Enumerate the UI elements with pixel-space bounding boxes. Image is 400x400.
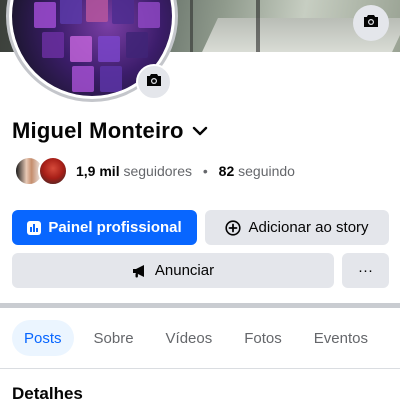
dashboard-icon (27, 220, 42, 235)
avatar-tile (100, 66, 122, 92)
tab-posts[interactable]: Posts (12, 320, 74, 356)
advertise-label: Anunciar (154, 262, 215, 279)
following-label: seguindo (238, 163, 295, 179)
avatar-tile (72, 66, 94, 92)
tab-photos[interactable]: Fotos (232, 320, 294, 356)
avatar-camera-button[interactable] (136, 64, 172, 100)
more-options-button[interactable]: ··· (342, 253, 389, 288)
followers-label: seguidores (123, 163, 192, 179)
avatar-tile (138, 2, 160, 28)
avatar-tile (60, 0, 82, 24)
megaphone-icon (132, 264, 148, 278)
profile-tabs: Posts Sobre Vídeos Fotos Eventos (12, 320, 388, 356)
profile-stats[interactable]: 1,9 mil seguidores • 82 seguindo (14, 155, 295, 187)
professional-dashboard-button[interactable]: Painel profissional (12, 210, 197, 245)
avatar-tile (98, 36, 120, 62)
add-to-story-button[interactable]: Adicionar ao story (205, 210, 389, 245)
profile-name-row[interactable]: Miguel Monteiro (12, 118, 208, 144)
cover-bike (190, 0, 260, 52)
tab-events[interactable]: Eventos (302, 320, 380, 356)
profile-name: Miguel Monteiro (12, 118, 184, 143)
followers-count: 1,9 mil (76, 163, 120, 179)
avatar-tile (70, 36, 92, 62)
tab-videos[interactable]: Vídeos (154, 320, 225, 356)
camera-icon (146, 73, 162, 92)
avatar-tile (112, 0, 134, 24)
plus-circle-icon (225, 219, 242, 236)
camera-icon (363, 14, 379, 33)
chevron-down-icon[interactable] (192, 126, 208, 136)
following-count: 82 (218, 163, 235, 179)
tabs-separator (0, 368, 400, 369)
advertise-button[interactable]: Anunciar (12, 253, 334, 288)
avatar-tile (42, 32, 64, 58)
follower-avatar (38, 156, 68, 186)
details-heading: Detalhes (12, 384, 83, 400)
stats-separator: • (202, 163, 208, 179)
avatar-tile (126, 32, 148, 58)
professional-dashboard-label: Painel profissional (48, 219, 182, 236)
section-divider (0, 303, 400, 308)
cover-camera-button[interactable] (353, 5, 389, 41)
tab-about[interactable]: Sobre (82, 320, 146, 356)
avatar-tile (34, 2, 56, 28)
stats-text: 1,9 mil seguidores • 82 seguindo (76, 163, 295, 179)
more-dots-icon: ··· (358, 262, 373, 279)
add-to-story-label: Adicionar ao story (248, 219, 369, 236)
avatar-tile (86, 0, 108, 22)
